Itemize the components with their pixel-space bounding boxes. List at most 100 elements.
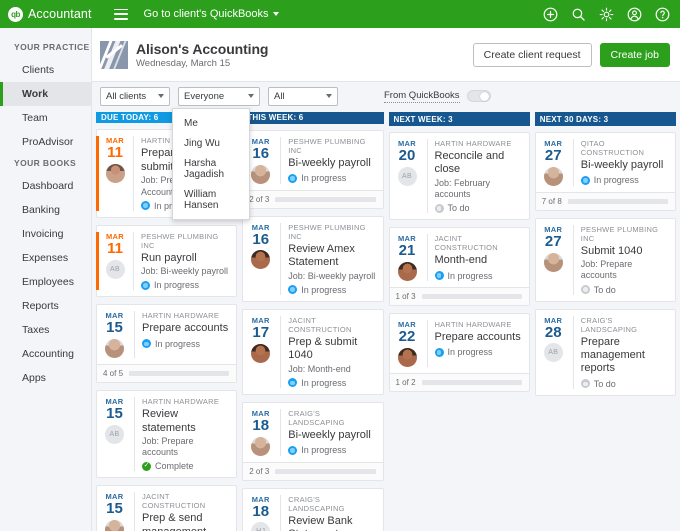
board-column: THIS WEEK: 6 MAR 16 PESHWE PLUMBING INC Bi-w… — [242, 112, 384, 531]
progress-bar-track — [421, 294, 522, 300]
dropdown-item-william-hansen[interactable]: William Hansen — [173, 184, 249, 215]
card-content: CRAIG'S LANDSCAPING Bi-weekly payroll In p… — [281, 409, 376, 456]
sidebar-item-taxes[interactable]: Taxes — [0, 318, 91, 342]
card-date-block: MAR18HJ — [243, 494, 282, 531]
card-status: In progress — [288, 285, 376, 295]
card-task-title: Run payroll — [141, 251, 197, 264]
hamburger-menu-icon[interactable] — [113, 8, 128, 20]
avatar — [105, 339, 124, 359]
progress-count-label: 4 of 5 — [103, 369, 124, 379]
card-client-name: QITAO CONSTRUCTION — [580, 139, 645, 157]
client-identity-block: Alison's Accounting Wednesday, March 15 — [92, 40, 268, 69]
client-filter-value: All clients — [106, 90, 147, 102]
progress-count-label: 1 of 3 — [395, 292, 416, 302]
card-task-title: Prep & submit 1040 — [288, 335, 358, 362]
help-icon[interactable] — [655, 7, 670, 22]
card-content: HARTIN HARDWARE Prepare accounts In progre… — [135, 311, 230, 358]
progress-bar-track — [421, 379, 522, 385]
card-status-label: To do — [593, 284, 616, 295]
quickbooks-logo-icon: qb — [8, 6, 23, 22]
task-card[interactable]: MAR 22 HARTIN HARDWARE Prepare accounts In p… — [388, 313, 530, 392]
avatar — [251, 250, 271, 270]
card-task-title: Bi-weekly payroll — [580, 159, 664, 171]
task-card[interactable]: MAR 15 HARTIN HARDWARE Prepare accounts In p… — [96, 304, 238, 384]
card-progress: 2 of 3 — [243, 189, 383, 208]
sidebar-item-banking[interactable]: Banking — [0, 198, 91, 222]
task-card[interactable]: MAR18HJCRAIG'S LANDSCAPINGReview Bank St… — [242, 487, 384, 531]
sidebar-item-clients[interactable]: Clients — [0, 58, 91, 82]
sidebar-item-reports[interactable]: Reports — [0, 294, 91, 318]
card-date-block: MAR 21 — [390, 234, 428, 282]
card-date-block: MAR 18 — [243, 408, 282, 456]
card-client-name: CRAIG'S LANDSCAPING — [288, 494, 345, 513]
chevron-down-icon — [248, 94, 254, 98]
card-client-name: PESHWE PLUMBING INC — [288, 222, 366, 241]
task-card[interactable]: MAR 18 CRAIG'S LANDSCAPING Bi-weekly payrol… — [242, 401, 384, 481]
task-card[interactable]: MAR 15 AB HARTIN HARDWARE Review statements J… — [96, 390, 238, 479]
status-filter-select[interactable]: All — [268, 86, 338, 106]
sidebar-item-apps[interactable]: Apps — [0, 366, 91, 390]
task-card[interactable]: MAR 11 AB PESHWE PLUMBING INC Run payroll Job… — [96, 224, 238, 298]
sidebar-item-team[interactable]: Team — [0, 106, 91, 130]
complete-status-icon — [142, 460, 151, 471]
card-status: In progress — [288, 378, 376, 388]
task-card[interactable]: MAR 20 AB HARTIN HARDWARE Reconcile and clos… — [388, 132, 530, 221]
task-card[interactable]: MAR 21 JACINT CONSTRUCTION Month-end In prog… — [388, 227, 530, 307]
card-task-title: Reconcile and close — [434, 150, 505, 176]
dropdown-item-me[interactable]: Me — [173, 113, 249, 133]
card-status-label: In progress — [301, 377, 347, 388]
card-status: In progress — [142, 339, 230, 349]
from-quickbooks-label: From QuickBooks — [384, 89, 460, 103]
progress-count-label: 2 of 3 — [249, 194, 270, 204]
card-client-name: CRAIG'S LANDSCAPING — [580, 315, 638, 334]
avatar — [251, 343, 271, 363]
profile-icon[interactable] — [627, 7, 642, 22]
card-day: 15 — [106, 500, 123, 518]
column-card-list: MAR 20 AB HARTIN HARDWARE Reconcile and clos… — [388, 126, 530, 392]
card-date-block: MAR 28 AB — [536, 315, 574, 389]
card-date-block: MAR 15 — [97, 492, 135, 531]
sidebar-item-proadvisor[interactable]: ProAdvisor — [0, 130, 91, 154]
card-day: 27 — [544, 147, 562, 164]
card-status: In progress — [141, 280, 230, 290]
task-card[interactable]: MAR15JACINT CONSTRUCTIONPrep & send mana… — [96, 485, 238, 531]
card-content: QITAO CONSTRUCTION Bi-weekly payroll In pr… — [574, 139, 669, 186]
assignee-filter-select[interactable]: Everyone — [178, 86, 260, 106]
card-client-name: JACINT CONSTRUCTION — [434, 234, 498, 253]
sidebar-item-employees[interactable]: Employees — [0, 270, 91, 294]
gear-icon[interactable] — [599, 7, 614, 22]
task-card[interactable]: MAR 27 QITAO CONSTRUCTION Bi-weekly payroll… — [534, 132, 676, 211]
card-content: JACINT CONSTRUCTION Prep & submit 1040 Job… — [281, 316, 376, 388]
card-client-name: JACINT CONSTRUCTION — [288, 315, 352, 334]
card-day: 27 — [544, 232, 562, 250]
sidebar-item-expenses[interactable]: Expenses — [0, 246, 91, 270]
task-card[interactable]: MAR 16 PESHWE PLUMBING INC Review Amex Stat… — [242, 215, 384, 302]
sidebar-item-dashboard[interactable]: Dashboard — [0, 174, 91, 198]
client-filter-select[interactable]: All clients — [100, 86, 170, 106]
chevron-down-icon — [272, 12, 279, 16]
go-to-client-quickbooks-dropdown[interactable]: Go to client's QuickBooks — [144, 8, 279, 20]
top-navigation-bar: qb Accountant Go to client's QuickBooks — [0, 0, 680, 28]
search-icon[interactable] — [571, 7, 586, 22]
task-card[interactable]: MAR 28 AB CRAIG'S LANDSCAPING Prepare manage… — [534, 308, 676, 396]
create-job-button[interactable]: Create job — [599, 42, 670, 67]
sidebar-item-invoicing[interactable]: Invoicing — [0, 222, 91, 246]
card-date-block: MAR 15 — [97, 311, 135, 359]
card-progress: 1 of 2 — [389, 372, 529, 391]
dropdown-item-jing-wu[interactable]: Jing Wu — [173, 133, 249, 153]
card-status-label: In progress — [447, 347, 493, 358]
task-card[interactable]: MAR 17 JACINT CONSTRUCTION Prep & submit 10… — [242, 308, 384, 395]
task-card[interactable]: MAR 16 PESHWE PLUMBING INC Bi-weekly payrol… — [242, 129, 384, 209]
task-card[interactable]: MAR 27 PESHWE PLUMBING INC Submit 1040 Job: … — [534, 217, 676, 302]
dropdown-item-harsha-jagadish[interactable]: Harsha Jagadish — [173, 153, 249, 184]
client-logo-icon — [100, 40, 128, 69]
sidebar-item-work[interactable]: Work — [0, 82, 91, 106]
card-client-name: PESHWE PLUMBING INC — [580, 224, 659, 243]
sidebar-item-accounting[interactable]: Accounting — [0, 342, 91, 366]
from-quickbooks-toggle[interactable] — [466, 90, 491, 102]
inprogress-status-icon — [434, 347, 444, 357]
card-date-block: MAR 27 — [536, 139, 574, 186]
brand-logo[interactable]: qb Accountant — [8, 6, 92, 22]
create-client-request-button[interactable]: Create client request — [472, 42, 592, 67]
plus-circle-icon[interactable] — [543, 7, 558, 22]
